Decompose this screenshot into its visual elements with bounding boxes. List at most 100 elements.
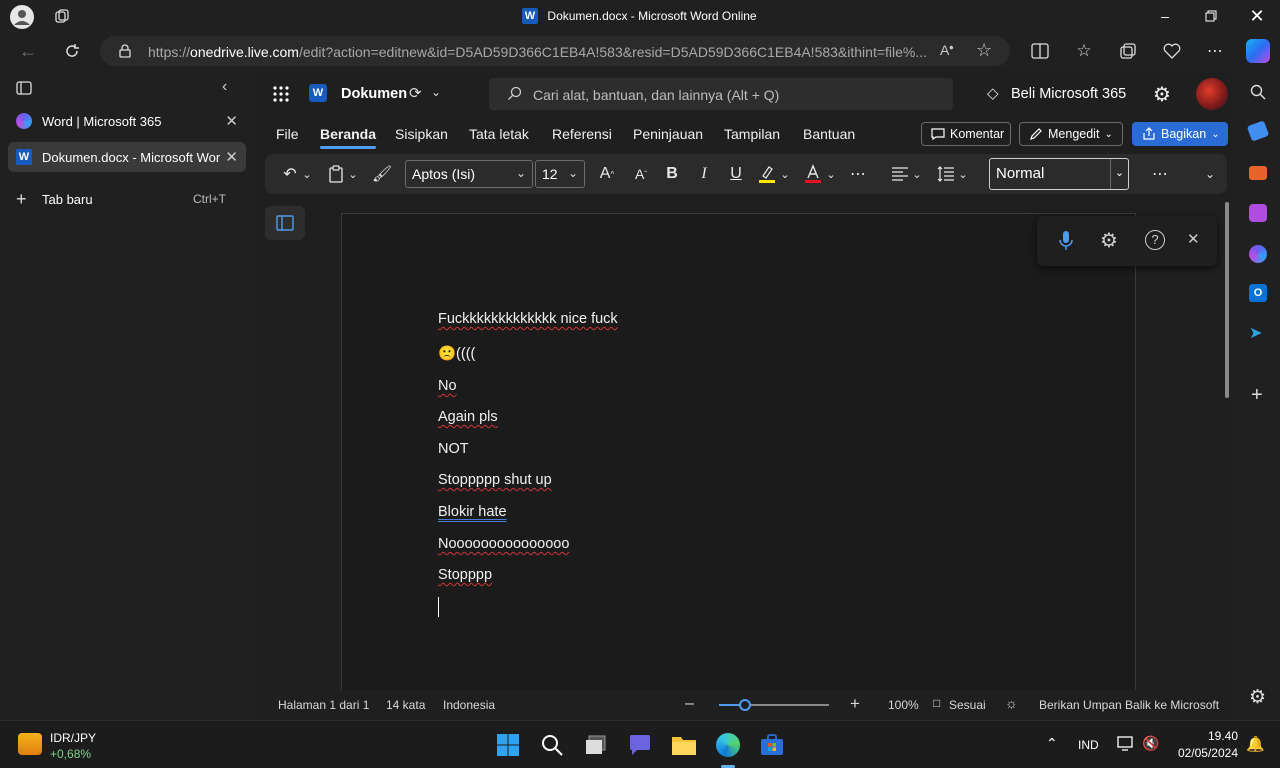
file-explorer-icon[interactable] (670, 731, 698, 759)
help-icon[interactable]: ? (1145, 230, 1165, 250)
paragraph-4[interactable]: Again pls (438, 409, 498, 425)
tab-sisipkan[interactable]: Sisipkan (395, 126, 448, 142)
tab-dokumen-docx[interactable]: W Dokumen.docx - Microsoft Word ✕ (8, 142, 246, 172)
tab-word-microsoft-365[interactable]: Word | Microsoft 365 ✕ (8, 106, 246, 136)
document-name[interactable]: Dokumen (341, 86, 407, 102)
tab-file[interactable]: File (276, 126, 299, 142)
more-font-options-icon[interactable]: ⋯ (847, 162, 869, 186)
line-spacing-icon[interactable] (935, 162, 957, 186)
add-sidebar-item-icon[interactable]: + (1251, 384, 1263, 407)
more-menu-icon[interactable]: ⋯ (1204, 40, 1226, 62)
font-name-select[interactable]: Aptos (Isi) ⌄ (405, 160, 533, 188)
tab-beranda[interactable]: Beranda (320, 126, 377, 149)
close-tab-icon[interactable]: ✕ (225, 112, 238, 130)
close-window-button[interactable]: ✕ (1234, 0, 1280, 32)
read-aloud-icon[interactable]: A⦁ (940, 42, 953, 58)
decrease-font-size-icon[interactable]: Aˇ (629, 162, 653, 186)
volume-muted-icon[interactable]: 🔇 (1142, 735, 1159, 752)
tab-actions-icon[interactable] (16, 80, 32, 96)
buy-microsoft-365-link[interactable]: Beli Microsoft 365 (1011, 86, 1126, 102)
split-screen-icon[interactable] (1030, 41, 1050, 61)
feedback-link[interactable]: Berikan Umpan Balik ke Microsoft (1039, 698, 1219, 712)
games-icon[interactable] (1249, 204, 1267, 222)
more-options-icon[interactable]: ⋯ (1147, 162, 1173, 186)
favorites-icon[interactable]: ☆ (1073, 40, 1095, 62)
user-avatar[interactable] (1196, 78, 1228, 110)
close-dictation-icon[interactable]: ✕ (1187, 230, 1200, 248)
share-button[interactable]: Bagikan ⌄ (1132, 122, 1228, 146)
font-size-select[interactable]: 12 ⌄ (535, 160, 585, 188)
paragraph-6[interactable]: Stoppppp shut up (438, 472, 552, 488)
shopping-tag-icon[interactable] (1246, 120, 1270, 142)
chat-icon[interactable] (626, 731, 654, 759)
navigation-pane-icon[interactable] (265, 206, 305, 240)
tab-peninjauan[interactable]: Peninjauan (633, 126, 703, 142)
chevron-down-icon[interactable]: ⌄ (1110, 159, 1128, 189)
italic-icon[interactable]: I (693, 162, 715, 186)
underline-icon[interactable]: U (725, 162, 747, 186)
ticker-widget-icon[interactable] (18, 733, 42, 755)
tab-bantuan[interactable]: Bantuan (803, 126, 855, 142)
sidebar-settings-gear-icon[interactable]: ⚙ (1249, 686, 1266, 709)
search-icon[interactable] (538, 731, 566, 759)
comment-button[interactable]: Komentar (921, 122, 1011, 146)
task-view-icon[interactable] (582, 731, 610, 759)
zoom-out-button[interactable]: – (685, 695, 694, 713)
document-page[interactable]: Fuckkkkkkkkkkkkk nice fuck 🙁(((( No Agai… (341, 213, 1136, 713)
dictation-settings-gear-icon[interactable]: ⚙ (1100, 228, 1118, 253)
paragraph-9[interactable]: Stopppp (438, 567, 492, 583)
settings-gear-icon[interactable]: ⚙ (1153, 82, 1171, 107)
paragraph-1[interactable]: Fuckkkkkkkkkkkkk nice fuck (438, 311, 618, 327)
copilot-sidebar-icon[interactable] (1249, 245, 1267, 263)
chevron-down-icon[interactable]: ⌄ (957, 162, 969, 186)
brightness-icon[interactable]: ☼ (1005, 695, 1018, 711)
chevron-down-icon[interactable]: ⌄ (911, 162, 923, 186)
send-icon[interactable]: ➤ (1249, 323, 1262, 343)
collapse-panel-icon[interactable]: ‹ (222, 78, 227, 96)
input-language[interactable]: IND (1078, 738, 1099, 752)
lock-icon[interactable] (118, 44, 132, 58)
outlook-icon[interactable]: O (1249, 284, 1267, 302)
zoom-level[interactable]: 100% (888, 698, 919, 712)
close-tab-icon[interactable]: ✕ (225, 148, 238, 166)
tab-tampilan[interactable]: Tampilan (724, 126, 780, 142)
tab-tata-letak[interactable]: Tata letak (469, 126, 529, 142)
increase-font-size-icon[interactable]: A ^ (595, 162, 619, 186)
copilot-icon[interactable] (1246, 39, 1270, 63)
address-bar[interactable]: https://onedrive.live.com/edit?action=ed… (100, 36, 1010, 66)
new-tab-button[interactable]: + Tab baru Ctrl+T (8, 184, 246, 214)
paragraph-3[interactable]: No (438, 378, 457, 394)
expand-ribbon-icon[interactable]: ⌄ (1201, 162, 1219, 186)
style-select[interactable]: Normal ⌄ (989, 158, 1129, 190)
collections-icon[interactable] (1118, 41, 1138, 61)
chevron-down-icon[interactable]: ⌄ (431, 85, 441, 99)
chevron-down-icon[interactable]: ⌄ (825, 162, 837, 186)
bold-icon[interactable]: B (661, 162, 683, 186)
clock-time[interactable]: 19.40 (1208, 729, 1238, 743)
browser-essentials-icon[interactable] (1162, 41, 1182, 61)
notification-bell-icon[interactable]: 🔔 (1246, 735, 1265, 753)
align-left-icon[interactable] (889, 162, 911, 186)
minimize-button[interactable]: – (1142, 0, 1188, 32)
undo-icon[interactable]: ↶ (279, 162, 301, 186)
clock-date[interactable]: 02/05/2024 (1170, 746, 1238, 760)
ticker-name[interactable]: IDR/JPY (50, 731, 96, 745)
chevron-up-icon[interactable]: ⌃ (1046, 735, 1058, 752)
edge-browser-icon[interactable] (714, 731, 742, 759)
paragraph-7[interactable]: Blokir hate (438, 504, 507, 520)
editing-mode-button[interactable]: Mengedit ⌄ (1019, 122, 1123, 146)
paragraph-8[interactable]: Nooooooooooooooo (438, 536, 569, 552)
zoom-in-button[interactable]: + (850, 694, 860, 714)
paste-clipboard-icon[interactable] (325, 162, 347, 186)
vertical-scrollbar[interactable] (1225, 202, 1229, 398)
highlight-icon[interactable] (755, 162, 779, 186)
paragraph-5[interactable]: NOT (438, 441, 469, 457)
refresh-icon[interactable] (60, 40, 84, 62)
paragraph-2[interactable]: 🙁(((( (438, 345, 475, 362)
fit-button[interactable]: Sesuai (949, 698, 986, 712)
app-launcher-icon[interactable] (273, 86, 289, 102)
tools-icon[interactable] (1249, 166, 1267, 180)
format-painter-icon[interactable]: 🖌 (371, 162, 393, 186)
search-icon[interactable] (1250, 84, 1266, 100)
favorite-star-icon[interactable]: ☆ (976, 40, 992, 61)
